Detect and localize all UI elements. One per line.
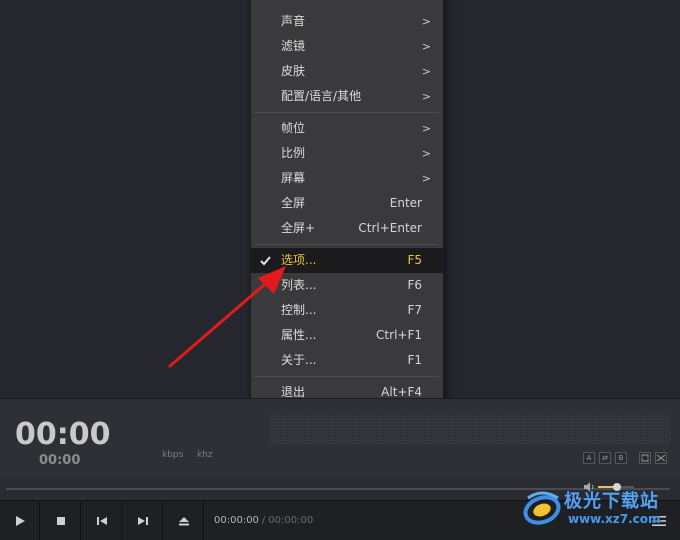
menu-item-label: 屏幕: [281, 171, 306, 185]
menu-separator: [255, 244, 439, 245]
menu-item-label: 全屏+: [281, 221, 316, 235]
previous-icon: [96, 517, 107, 525]
menu-item-skin[interactable]: 皮肤 >: [251, 59, 443, 84]
menu-item-shortcut: F7: [407, 303, 422, 317]
menu-item-fullscreen-plus[interactable]: 全屏+ Ctrl+Enter: [251, 216, 443, 241]
elapsed-time-large: 00:00: [15, 417, 111, 452]
stop-button[interactable]: [41, 501, 81, 540]
eject-icon: [178, 517, 189, 526]
submenu-arrow-icon: >: [421, 65, 431, 78]
menu-item-screen[interactable]: 屏幕 >: [251, 166, 443, 191]
watermark-title: 极光下载站: [564, 491, 659, 512]
play-icon: [15, 516, 25, 526]
submenu-arrow-icon: >: [421, 172, 431, 185]
previous-button[interactable]: [82, 501, 122, 540]
menu-item-label: 配置/语言/其他: [281, 89, 362, 103]
submenu-arrow-icon: >: [421, 40, 431, 53]
submenu-arrow-icon: >: [421, 147, 431, 160]
elapsed-time-small: 00:00: [39, 453, 81, 468]
menu-item-partial[interactable]: ~~~: [251, 0, 443, 4]
menu-item-shortcut: Enter: [389, 196, 422, 210]
menu-item-shortcut: F1: [407, 353, 422, 367]
menu-item-label: 声音: [281, 14, 306, 28]
next-icon: [137, 517, 148, 525]
submenu-arrow-icon: >: [421, 122, 431, 135]
menu-item-label: 帧位: [281, 121, 306, 135]
bitrate-label: kbps: [162, 450, 184, 460]
watermark-logo-icon: [523, 491, 561, 525]
current-time: 00:00:00: [214, 515, 259, 526]
total-time: 00:00:00: [268, 515, 314, 526]
samplerate-label: khz: [197, 450, 213, 460]
submenu-arrow-icon: >: [421, 90, 431, 103]
spectrum-visualizer: [270, 414, 670, 444]
menu-separator: [255, 376, 439, 377]
menu-item-label: 滤镜: [281, 39, 306, 53]
watermark: 极光下载站 www.xz7.com: [522, 484, 680, 540]
watermark-url: www.xz7.com: [568, 512, 661, 526]
menu-item-label: 皮肤: [281, 64, 306, 78]
menu-item-config[interactable]: 配置/语言/其他 >: [251, 84, 443, 109]
menu-item-label: 比例: [281, 146, 306, 160]
menu-item-ratio[interactable]: 比例 >: [251, 141, 443, 166]
shuffle-icon[interactable]: [655, 452, 667, 464]
menu-item-shortcut: Ctrl+Enter: [358, 221, 422, 235]
menu-item-shortcut: F6: [407, 278, 422, 292]
menu-item-fullscreen[interactable]: 全屏 Enter: [251, 191, 443, 216]
play-button[interactable]: [0, 501, 40, 540]
menu-item-label: 全屏: [281, 196, 306, 210]
menu-separator: [255, 112, 439, 113]
ab-repeat-swap-button[interactable]: ⇄: [599, 452, 611, 464]
ab-repeat-a-button[interactable]: A: [583, 452, 595, 464]
menu-item-frame[interactable]: 帧位 >: [251, 116, 443, 141]
eject-button[interactable]: [164, 501, 204, 540]
repeat-icon[interactable]: [639, 452, 651, 464]
menu-item-filter[interactable]: 滤镜 >: [251, 34, 443, 59]
stop-icon: [56, 517, 65, 525]
ab-repeat-b-button[interactable]: B: [615, 452, 627, 464]
menu-item-shortcut: F5: [407, 253, 422, 267]
menu-item-shortcut: Ctrl+F1: [376, 328, 422, 342]
time-display: 00:00:00/00:00:00: [214, 515, 313, 526]
submenu-arrow-icon: >: [421, 15, 431, 28]
annotation-arrow-icon: [168, 266, 286, 368]
info-panel: 00:00 00:00 kbps khz A ⇄ B: [0, 398, 680, 478]
time-separator: /: [261, 515, 266, 526]
next-button[interactable]: [123, 501, 163, 540]
menu-item-sound[interactable]: 声音 >: [251, 9, 443, 34]
